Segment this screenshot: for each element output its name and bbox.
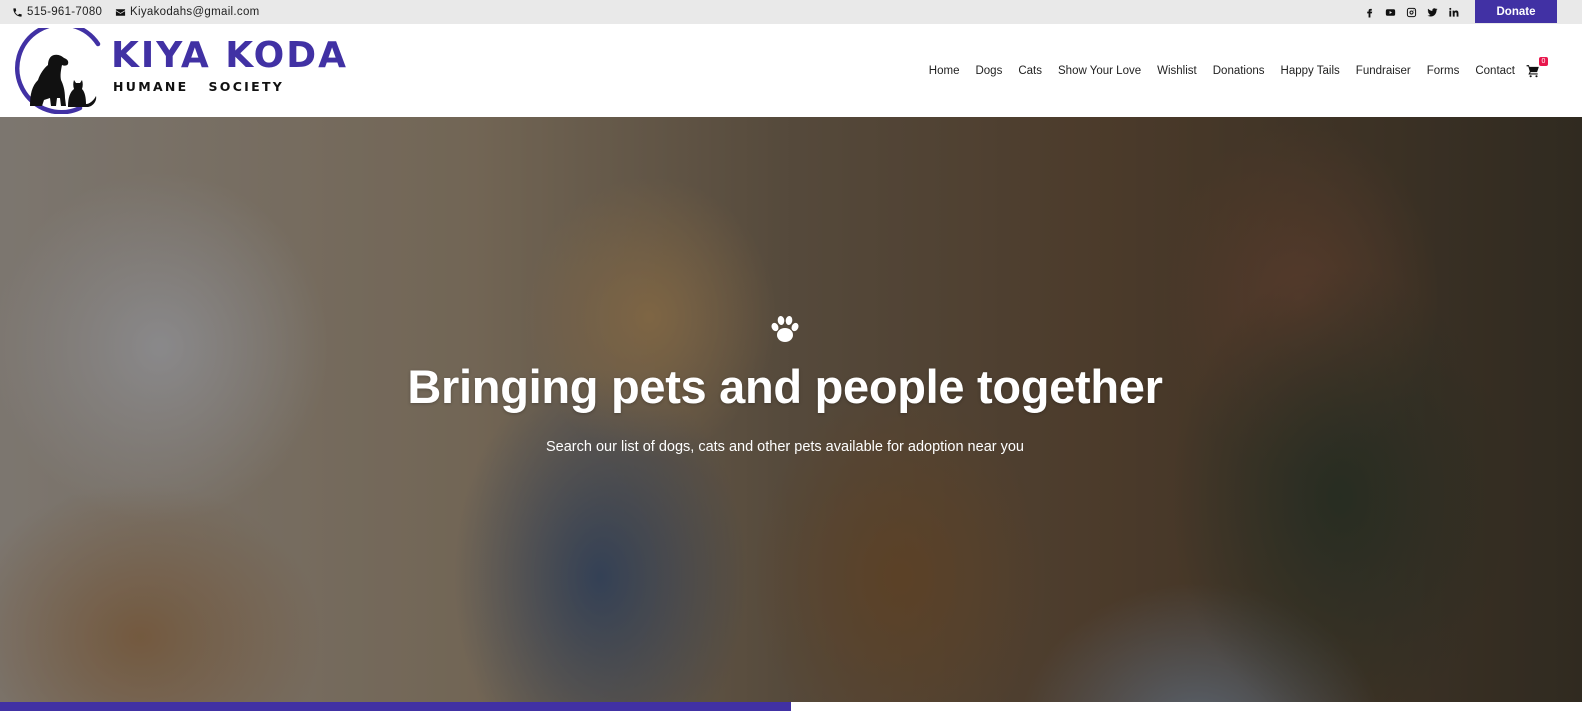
email-contact[interactable]: Kiyakodahs@gmail.com <box>115 0 260 24</box>
slider-progress-fill <box>0 702 791 711</box>
nav-item-happy-tails[interactable]: Happy Tails <box>1281 65 1340 77</box>
logo-subtitle: HUMANE SOCIETY <box>113 79 285 94</box>
site-header: KIYA KODA HUMANE SOCIETY Home Dogs Cats … <box>0 24 1582 117</box>
nav-item-contact[interactable]: Contact <box>1475 65 1515 77</box>
top-bar: 515-961-7080 Kiyakodahs@gmail.com Donate <box>0 0 1582 24</box>
nav-item-forms[interactable]: Forms <box>1427 65 1460 77</box>
social-links <box>1359 0 1464 24</box>
phone-icon <box>13 7 22 17</box>
cart-button[interactable]: 0 <box>1526 56 1548 78</box>
instagram-icon[interactable] <box>1401 0 1422 24</box>
logo-title[interactable]: KIYA KODA <box>111 38 348 74</box>
hero-title: Bringing pets and people together <box>407 360 1163 413</box>
nav-item-dogs[interactable]: Dogs <box>975 65 1002 77</box>
phone-number: 515-961-7080 <box>27 6 103 18</box>
youtube-icon[interactable] <box>1380 0 1401 24</box>
paw-icon <box>769 314 801 344</box>
cart-count-badge: 0 <box>1539 56 1548 66</box>
donate-button[interactable]: Donate <box>1475 0 1557 23</box>
linkedin-icon[interactable] <box>1443 0 1464 24</box>
hero-subtitle: Search our list of dogs, cats and other … <box>546 439 1024 455</box>
nav-item-wishlist[interactable]: Wishlist <box>1157 65 1197 77</box>
twitter-icon[interactable] <box>1422 0 1443 24</box>
dog-and-cat-logo[interactable] <box>10 28 106 114</box>
facebook-icon[interactable] <box>1359 0 1380 24</box>
phone-contact[interactable]: 515-961-7080 <box>12 0 102 24</box>
nav-item-show-your-love[interactable]: Show Your Love <box>1058 65 1141 77</box>
cart-icon <box>1526 64 1539 77</box>
nav-item-cats[interactable]: Cats <box>1018 65 1042 77</box>
nav-item-home[interactable]: Home <box>929 65 960 77</box>
envelope-icon <box>115 8 126 16</box>
hero-banner: Bringing pets and people together Search… <box>0 117 1582 711</box>
hero-image-overlay <box>0 117 1582 711</box>
slider-progress-track <box>0 702 1582 711</box>
nav-item-donations[interactable]: Donations <box>1213 65 1265 77</box>
main-nav: Home Dogs Cats Show Your Love Wishlist D… <box>913 24 1548 117</box>
email-address: Kiyakodahs@gmail.com <box>130 6 260 18</box>
nav-item-fundraiser[interactable]: Fundraiser <box>1356 65 1411 77</box>
